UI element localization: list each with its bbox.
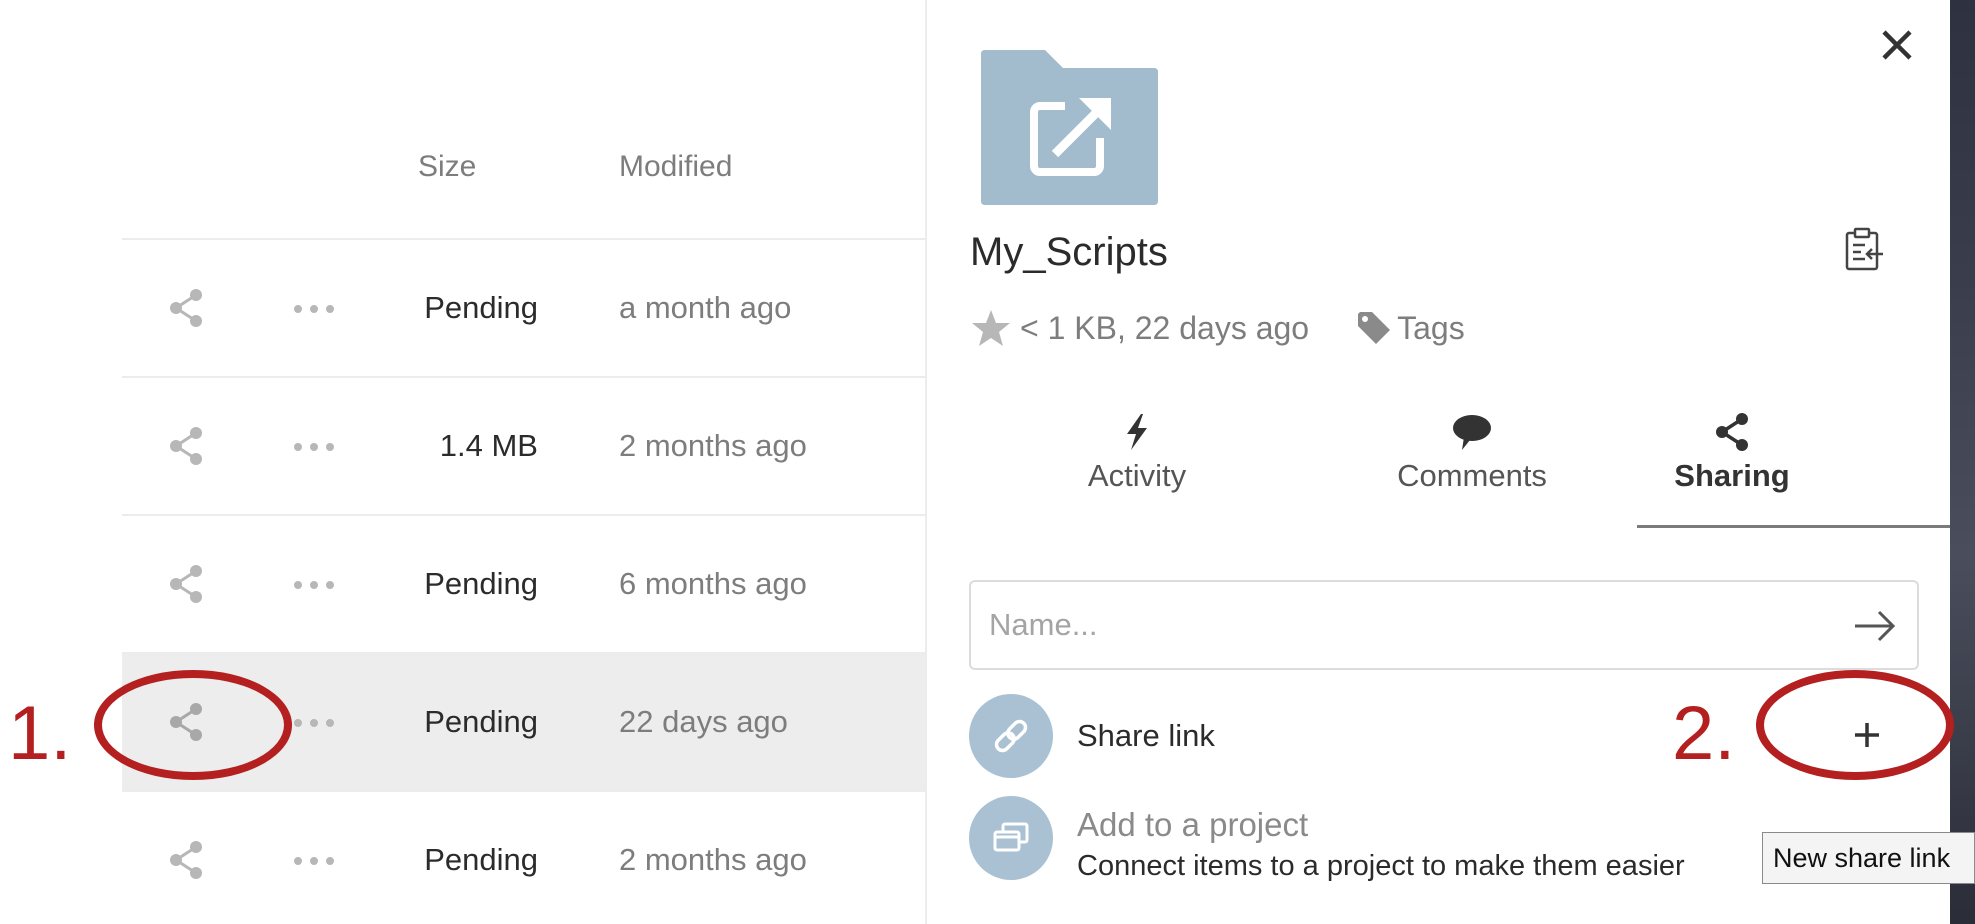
row-size: Pending — [424, 704, 538, 739]
file-list: Size Modified Pending a month ago 1.4 MB… — [0, 0, 925, 924]
tab-activity[interactable]: Activity — [1047, 410, 1227, 494]
annotation-step-2: 2. — [1672, 691, 1736, 776]
row-size: Pending — [424, 842, 538, 877]
row-size: Pending — [424, 290, 538, 325]
details-panel: My_Scripts < 1 KB, 22 days ago Tags Acti… — [925, 0, 1952, 924]
more-options-icon[interactable] — [292, 572, 336, 598]
share-name-input[interactable] — [971, 582, 1831, 668]
arrow-right-icon[interactable] — [1851, 602, 1899, 650]
tags-button[interactable]: Tags — [1355, 309, 1465, 347]
row-modified: 2 months ago — [619, 842, 807, 877]
more-options-icon[interactable] — [292, 434, 336, 460]
row-modified: a month ago — [619, 290, 792, 325]
tab-comments[interactable]: Comments — [1367, 410, 1577, 494]
lightning-icon — [1127, 414, 1147, 450]
more-options-icon[interactable] — [292, 848, 336, 874]
item-name: My_Scripts — [970, 230, 1168, 274]
share-icon — [1716, 413, 1748, 451]
annotation-ring-1 — [94, 670, 292, 780]
annotation-ring-2 — [1756, 670, 1954, 780]
project-windows-icon — [969, 796, 1053, 880]
share-icon[interactable] — [164, 562, 208, 606]
copy-to-clipboard-icon[interactable] — [1839, 225, 1887, 273]
share-icon[interactable] — [164, 424, 208, 468]
share-name-field — [969, 580, 1919, 670]
column-header-size[interactable]: Size — [418, 150, 476, 184]
tooltip-new-share-link: New share link — [1762, 832, 1975, 884]
close-icon[interactable] — [1872, 20, 1922, 70]
tag-icon — [1358, 312, 1391, 344]
tags-label: Tags — [1397, 309, 1465, 346]
row-size: Pending — [424, 566, 538, 601]
row-size: 1.4 MB — [439, 428, 538, 463]
column-header-modified[interactable]: Modified — [619, 150, 732, 184]
link-icon[interactable] — [969, 694, 1053, 778]
tab-comments-label: Comments — [1397, 458, 1547, 493]
annotation-step-1: 1. — [8, 691, 72, 776]
item-meta-text: < 1 KB, 22 days ago — [1020, 309, 1310, 346]
item-meta: < 1 KB, 22 days ago Tags — [970, 307, 1465, 349]
star-icon[interactable] — [970, 307, 1012, 349]
share-icon[interactable] — [164, 286, 208, 330]
tab-sharing[interactable]: Sharing — [1627, 410, 1837, 494]
table-row[interactable]: Pending 6 months ago — [122, 516, 925, 654]
shared-folder-icon — [981, 50, 1158, 205]
table-row[interactable]: Pending 2 months ago — [122, 792, 925, 924]
table-row[interactable]: Pending a month ago — [122, 240, 925, 378]
share-icon[interactable] — [164, 838, 208, 882]
tab-sharing-label: Sharing — [1674, 458, 1790, 493]
comment-bubble-icon — [1453, 415, 1491, 450]
background-edge — [1950, 0, 1975, 924]
more-options-icon[interactable] — [292, 710, 336, 736]
row-modified: 22 days ago — [619, 704, 788, 739]
active-tab-indicator — [1637, 525, 1952, 528]
more-options-icon[interactable] — [292, 296, 336, 322]
add-to-project-description: Connect items to a project to make them … — [1077, 850, 1687, 882]
share-link-label[interactable]: Share link — [1077, 718, 1215, 754]
table-row[interactable]: 1.4 MB 2 months ago — [122, 378, 925, 516]
tab-activity-label: Activity — [1087, 458, 1187, 493]
row-modified: 6 months ago — [619, 566, 807, 601]
row-modified: 2 months ago — [619, 428, 807, 463]
add-to-project-link[interactable]: Add to a project — [1077, 806, 1308, 844]
